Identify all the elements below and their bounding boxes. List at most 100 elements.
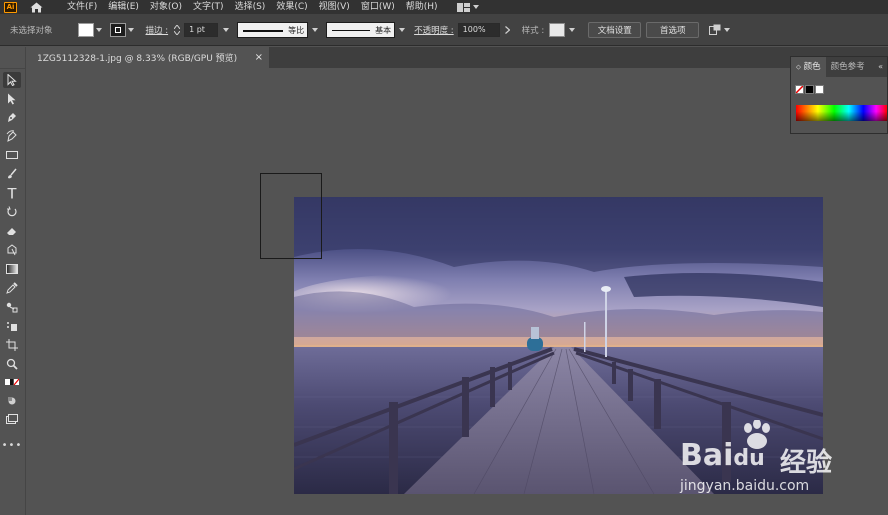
paintbrush-tool-icon[interactable] <box>3 166 21 182</box>
draw-mode-icon[interactable] <box>3 393 21 409</box>
menu-select[interactable]: 选择(S) <box>235 0 266 14</box>
control-bar: 未选择对象 描边 : 1 pt 等比 基本 不透明度 : 100% 样式 : 文… <box>0 14 888 46</box>
pen-tool-icon[interactable] <box>3 109 21 125</box>
selection-tool-icon[interactable] <box>3 72 21 88</box>
preferences-button[interactable]: 首选项 <box>646 21 700 38</box>
menu-bar: Ai 文件(F) 编辑(E) 对象(O) 文字(T) 选择(S) 效果(C) 视… <box>0 0 888 14</box>
stepper-up-icon <box>174 24 181 29</box>
variable-width-profile[interactable]: 等比 <box>237 21 309 38</box>
selection-status: 未选择对象 <box>10 25 53 36</box>
document-tab-title: 1ZG5112328-1.jpg @ 8.33% (RGB/GPU 预览) <box>37 54 238 64</box>
profile-line <box>243 29 284 32</box>
gradient-tool-icon[interactable] <box>3 261 21 277</box>
fill-stroke-swap-icon[interactable] <box>3 377 21 387</box>
color-panel: ⬦ 颜色 颜色参考 « <box>790 56 888 134</box>
menu-view[interactable]: 视图(V) <box>319 0 350 14</box>
selection-marquee <box>260 173 322 259</box>
menu-file[interactable]: 文件(F) <box>67 0 97 14</box>
color-swatch-row <box>795 85 824 94</box>
chevron-down-icon <box>569 27 576 32</box>
symbol-sprayer-tool-icon[interactable] <box>3 318 21 334</box>
chevron-down-icon <box>724 27 731 32</box>
arrange-documents-icon <box>709 24 721 35</box>
home-icon[interactable] <box>29 1 43 13</box>
stroke-dropdown[interactable] <box>126 23 136 37</box>
profile-dropdown[interactable] <box>310 23 320 37</box>
menu-help[interactable]: 帮助(H) <box>406 0 438 14</box>
eraser-tool-icon[interactable] <box>3 223 21 239</box>
black-swatch[interactable] <box>805 85 814 94</box>
main-menu: 文件(F) 编辑(E) 对象(O) 文字(T) 选择(S) 效果(C) 视图(V… <box>67 0 449 14</box>
illustrator-logo-icon: Ai <box>4 1 17 13</box>
opacity-expand[interactable] <box>504 25 513 34</box>
workspace-switcher[interactable] <box>456 2 479 12</box>
fill-dropdown[interactable] <box>94 23 104 37</box>
panel-collapse-icon[interactable]: « <box>878 57 883 77</box>
white-swatch[interactable] <box>815 85 824 94</box>
watermark-cn-text: 经验 <box>780 448 833 478</box>
menu-window[interactable]: 窗口(W) <box>361 0 395 14</box>
style-label: 样式 : <box>521 25 545 36</box>
chevron-down-icon <box>127 27 134 32</box>
menu-object[interactable]: 对象(O) <box>150 0 182 14</box>
watermark-brand-text: Bai <box>680 438 734 473</box>
document-tab-bar: 1ZG5112328-1.jpg @ 8.33% (RGB/GPU 预览) × <box>27 47 888 68</box>
baidu-jingyan-watermark: Baidu 经验 jingyan.baidu.com <box>680 420 880 500</box>
watermark-brand: Baidu <box>680 438 765 473</box>
menu-effect[interactable]: 效果(C) <box>276 0 307 14</box>
zoom-tool-icon[interactable] <box>3 356 21 372</box>
blend-tool-icon[interactable] <box>3 299 21 315</box>
rotate-tool-icon[interactable] <box>3 204 21 220</box>
document-setup-button[interactable]: 文档设置 <box>588 21 642 38</box>
stroke-weight-field[interactable]: 1 pt <box>184 22 219 37</box>
chevron-down-icon <box>312 27 319 32</box>
close-icon[interactable]: × <box>255 52 263 63</box>
chevron-down-icon <box>223 27 230 32</box>
stroke-weight-dropdown[interactable] <box>221 23 231 37</box>
screen-mode-icon[interactable] <box>3 411 21 427</box>
menu-edit[interactable]: 编辑(E) <box>108 0 139 14</box>
document-tab[interactable]: 1ZG5112328-1.jpg @ 8.33% (RGB/GPU 预览) × <box>27 47 269 68</box>
stroke-stepper[interactable] <box>174 24 181 35</box>
tab-color-guide[interactable]: 颜色参考 <box>826 57 870 77</box>
opacity-field[interactable]: 100% <box>457 22 500 37</box>
collapse-icon: ⬦ <box>796 63 801 71</box>
arrange-documents-button[interactable] <box>709 24 731 35</box>
opacity-label[interactable]: 不透明度 : <box>414 24 454 36</box>
chevron-down-icon <box>399 27 406 32</box>
color-spectrum-bar[interactable] <box>796 105 887 121</box>
color-panel-tabs: ⬦ 颜色 颜色参考 « <box>791 57 887 77</box>
brush-line <box>332 29 371 31</box>
stroke-square-icon <box>114 26 121 33</box>
stroke-label[interactable]: 描边 : <box>146 24 169 36</box>
brush-dropdown[interactable] <box>397 23 407 37</box>
fill-swatch[interactable] <box>77 22 94 37</box>
curvature-tool-icon[interactable] <box>3 128 21 144</box>
shape-builder-tool-icon[interactable] <box>3 242 21 258</box>
graphic-style-swatch[interactable] <box>549 22 566 37</box>
eyedropper-tool-icon[interactable] <box>3 280 21 296</box>
brush-label: 基本 <box>375 25 392 35</box>
toolbar-header <box>0 47 25 69</box>
none-swatch[interactable] <box>795 85 804 94</box>
stepper-down-icon <box>174 30 181 35</box>
tab-color-label: 颜色 <box>803 62 821 72</box>
menu-type[interactable]: 文字(T) <box>193 0 224 14</box>
artboard-tool-icon[interactable] <box>3 337 21 353</box>
workspace-grid-icon <box>456 2 470 12</box>
rectangle-tool-icon[interactable] <box>3 147 21 163</box>
watermark-url: jingyan.baidu.com <box>680 478 810 494</box>
style-dropdown[interactable] <box>567 23 577 37</box>
chevron-down-icon <box>472 5 479 9</box>
profile-label: 等比 <box>288 25 305 35</box>
tools-panel: ••• <box>0 47 26 515</box>
direct-selection-tool-icon[interactable] <box>3 91 21 107</box>
watermark-brand-suffix: du <box>733 446 765 471</box>
stroke-swatch[interactable] <box>109 22 126 37</box>
chevron-right-icon <box>504 25 510 34</box>
more-tools-icon[interactable]: ••• <box>2 437 22 453</box>
chevron-down-icon <box>95 27 102 32</box>
tab-color[interactable]: ⬦ 颜色 <box>791 57 826 77</box>
type-tool-icon[interactable] <box>3 185 21 201</box>
brush-definition[interactable]: 基本 <box>326 21 396 38</box>
